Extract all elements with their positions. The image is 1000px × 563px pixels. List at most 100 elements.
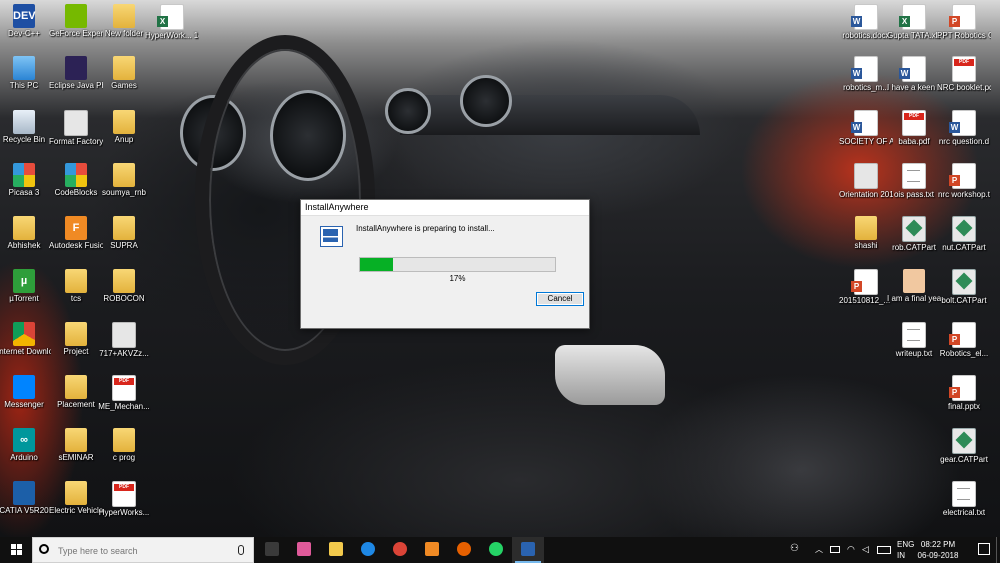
battery-icon[interactable]: [830, 546, 840, 553]
desktop-icon[interactable]: Format Factory: [49, 110, 103, 147]
desktop-icon[interactable]: ROBOCON: [97, 269, 151, 304]
desktop-icon[interactable]: PPT Robotics Club.pptx: [937, 4, 991, 41]
powerpoint-file-icon: [949, 4, 976, 30]
desktop-icon[interactable]: HyperWorks...: [97, 481, 151, 518]
taskbar-app-vlc[interactable]: [416, 537, 448, 563]
desktop-icon[interactable]: sEMINAR: [49, 428, 103, 463]
dashboard-wallpaper: [400, 95, 700, 135]
desktop-icon[interactable]: New folder: [97, 4, 151, 39]
start-button[interactable]: [0, 537, 32, 563]
language-line-2: IN: [897, 551, 905, 560]
desktop-icon[interactable]: nut.CATPart: [937, 216, 991, 253]
desktop-icon[interactable]: rob.CATPart: [887, 216, 941, 253]
pdf-file-icon: [952, 56, 976, 82]
taskbar-app-chrome[interactable]: [384, 537, 416, 563]
folder-icon: [113, 269, 135, 293]
desktop-icon[interactable]: Orientation 2018.pptx: [839, 163, 893, 200]
desktop-icon[interactable]: shashi: [839, 216, 893, 251]
show-desktop-button[interactable]: [996, 537, 1000, 563]
microphone-icon[interactable]: [238, 545, 244, 555]
desktop-icon[interactable]: nrc workshop.t: [937, 163, 991, 200]
desktop-icon[interactable]: Gupta TATA.xls: [887, 4, 941, 41]
fusion360-icon: F: [65, 216, 87, 240]
desktop-icon[interactable]: writeup.txt: [887, 322, 941, 359]
installanywhere-icon: [320, 226, 343, 247]
desktop-icon-label: soumya_rnb: [101, 188, 147, 197]
desktop-icon[interactable]: soumya_rnb: [97, 163, 151, 198]
desktop-icon[interactable]: DEV Dev-C++: [0, 4, 51, 39]
desktop-icon[interactable]: robotics_m...: [839, 56, 893, 93]
text-file-icon: [902, 163, 926, 189]
desktop-icon[interactable]: HyperWork... 14.0 License...: [145, 4, 199, 41]
desktop-icon-label: HyperWorks...: [98, 508, 150, 517]
desktop-icon[interactable]: ME_Mechan...: [97, 375, 151, 412]
desktop-icon[interactable]: µ µTorrent: [0, 269, 51, 304]
desktop-icon[interactable]: tcs: [49, 269, 103, 304]
language-indicator[interactable]: ENG IN: [897, 539, 914, 561]
desktop-icon[interactable]: Picasa 3: [0, 163, 51, 198]
desktop-icon[interactable]: final.pptx: [937, 375, 991, 412]
desktop-icon[interactable]: GeForce Experience: [49, 4, 103, 39]
desktop-icon[interactable]: 717+AKVZz...: [97, 322, 151, 359]
dialog-title[interactable]: InstallAnywhere: [301, 200, 589, 216]
desktop-icon[interactable]: Messenger: [0, 375, 51, 410]
desktop-icon[interactable]: SOCIETY OF AUTOMOTI...: [839, 110, 893, 147]
desktop-icon[interactable]: This PC: [0, 56, 51, 91]
desktop-icon[interactable]: I am a final year stude...: [887, 269, 941, 304]
desktop-icon[interactable]: Electric Vehicle: [49, 481, 103, 516]
desktop-icon-label: robotics_m...: [843, 83, 889, 92]
desktop-icon[interactable]: ∞ Arduino: [0, 428, 51, 463]
taskbar-search[interactable]: [32, 537, 254, 563]
desktop-icon[interactable]: Project: [49, 322, 103, 357]
desktop-icon[interactable]: electrical.txt: [937, 481, 991, 518]
taskbar-app-installanywhere[interactable]: [512, 537, 544, 563]
desktop-icon[interactable]: Eclipse Java Photon: [49, 56, 103, 91]
desktop-icon[interactable]: CATIA V5R20: [0, 481, 51, 516]
desktop-icon[interactable]: SUPRA: [97, 216, 151, 251]
desktop-icon[interactable]: baba.pdf: [887, 110, 941, 147]
desktop-icon[interactable]: Anup: [97, 110, 151, 145]
keyboard-icon[interactable]: [877, 546, 891, 554]
action-center-icon[interactable]: [978, 543, 990, 555]
desktop-icon[interactable]: Placement: [49, 375, 103, 410]
desktop-icon[interactable]: gear.CATPart: [937, 428, 991, 465]
desktop-icon[interactable]: 201510812_... KUMAR SAT...: [839, 269, 893, 306]
desktop-icon[interactable]: I have a keen interest tow...: [887, 56, 941, 93]
taskbar-app-whatsapp[interactable]: [480, 537, 512, 563]
desktop-icon[interactable]: ois pass.txt: [887, 163, 941, 200]
chevron-up-icon[interactable]: ︿: [815, 545, 823, 555]
clock[interactable]: 08:22 PM 06-09-2018: [913, 539, 963, 561]
wifi-icon[interactable]: ◠: [847, 544, 855, 554]
people-icon[interactable]: ⚇: [790, 544, 799, 554]
desktop-icon[interactable]: Recycle Bin: [0, 110, 51, 145]
catpart-file-icon: [952, 216, 976, 242]
desktop-icon[interactable]: Games: [97, 56, 151, 91]
folder-icon: [113, 216, 135, 240]
desktop-icon[interactable]: CodeBlocks: [49, 163, 103, 198]
desktop-icon[interactable]: Internet Downloa...: [0, 322, 51, 357]
desktop-icon[interactable]: bolt.CATPart: [937, 269, 991, 306]
volume-icon[interactable]: ◁: [862, 544, 869, 554]
cancel-button[interactable]: Cancel: [536, 292, 584, 306]
taskbar-app-edge[interactable]: [352, 537, 384, 563]
utorrent-icon: µ: [13, 269, 35, 293]
word-file-icon: [851, 4, 878, 30]
desktop-icon[interactable]: FAutodesk Fusion 360: [49, 216, 103, 251]
folder-icon: [113, 56, 135, 80]
desktop-icon[interactable]: Abhishek: [0, 216, 51, 251]
desktop-icon[interactable]: robotics.docx: [839, 4, 893, 41]
desktop-icon[interactable]: nrc question.d: [937, 110, 991, 147]
desktop-icon[interactable]: Robotics_el...: [937, 322, 991, 359]
taskbar-app-paint-3d[interactable]: [288, 537, 320, 563]
search-input[interactable]: [56, 542, 230, 560]
taskbar-app-firefox[interactable]: [448, 537, 480, 563]
desktop-icon-label: Electric Vehicle: [49, 506, 103, 515]
image-file-icon: [112, 322, 136, 348]
folder-icon: [855, 216, 877, 240]
desktop-icon[interactable]: NRC booklet.pdf: [937, 56, 991, 93]
taskbar-app-file-explorer[interactable]: [320, 537, 352, 563]
desktop-icon[interactable]: c prog: [97, 428, 151, 463]
taskbar-app-task-view[interactable]: [256, 537, 288, 563]
word-file-icon: [851, 110, 878, 136]
chrome-icon: [393, 542, 407, 556]
